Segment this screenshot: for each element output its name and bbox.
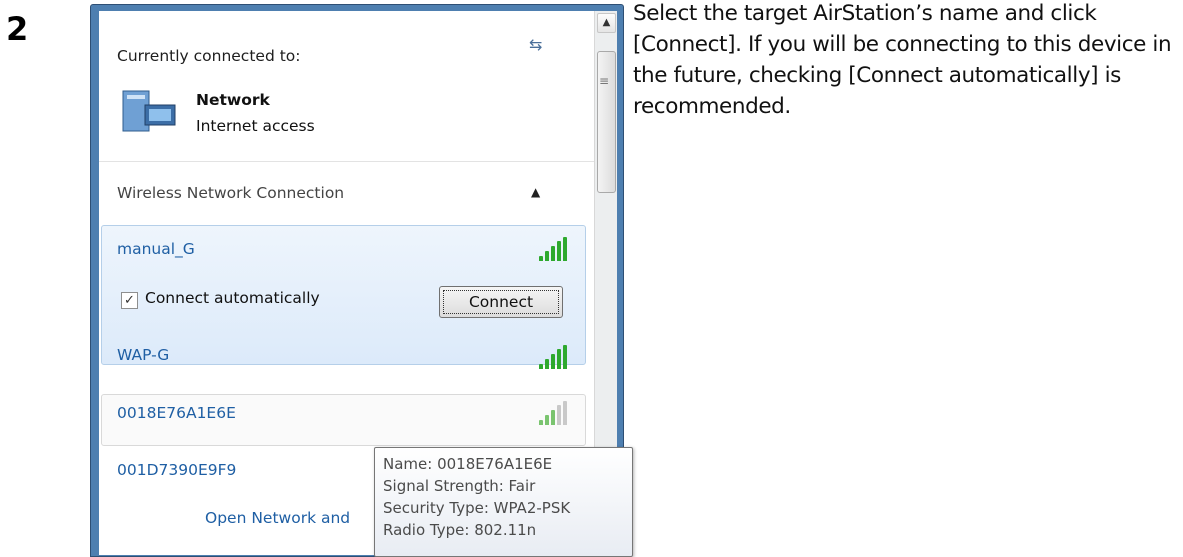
network-icon (122, 90, 176, 132)
scrollbar-grip-icon: ≡ (599, 74, 610, 88)
section-header-wireless: Wireless Network Connection (117, 184, 345, 202)
connected-network-status: Internet access (196, 117, 315, 135)
tooltip-signal-line: Signal Strength: Fair (383, 477, 536, 495)
tooltip-name-line: Name: 0018E76A1E6E (383, 455, 553, 473)
signal-strength-icon (539, 237, 569, 261)
tooltip-security-line: Security Type: WPA2-PSK (383, 499, 571, 517)
collapse-chevron-icon[interactable]: ▲ (531, 185, 540, 199)
connect-automatically-label: Connect automatically (145, 289, 320, 307)
scroll-up-arrow-icon[interactable]: ▲ (597, 13, 616, 33)
signal-strength-icon (539, 345, 569, 369)
connect-button[interactable]: Connect (439, 286, 563, 318)
scrollbar-thumb[interactable] (597, 51, 616, 193)
signal-strength-icon (539, 401, 569, 425)
currently-connected-label: Currently connected to: (117, 47, 301, 65)
network-ssid[interactable]: WAP-G (117, 346, 169, 364)
open-network-center-link[interactable]: Open Network and (205, 509, 350, 527)
connected-network-name: Network (196, 91, 270, 109)
network-ssid[interactable]: 001D7390E9F9 (117, 461, 236, 479)
step-number: 2 (6, 10, 29, 48)
divider (99, 161, 594, 162)
instructions-text: Select the target AirStation’s name and … (633, 1, 1172, 119)
connect-automatically-checkbox[interactable]: ✓ (121, 292, 138, 309)
refresh-icon[interactable]: ⇆ (529, 35, 542, 54)
network-tooltip: Name: 0018E76A1E6E Signal Strength: Fair… (374, 447, 633, 557)
tooltip-radio-line: Radio Type: 802.11n (383, 521, 537, 539)
network-ssid[interactable]: manual_G (117, 240, 195, 258)
network-ssid[interactable]: 0018E76A1E6E (117, 404, 236, 422)
